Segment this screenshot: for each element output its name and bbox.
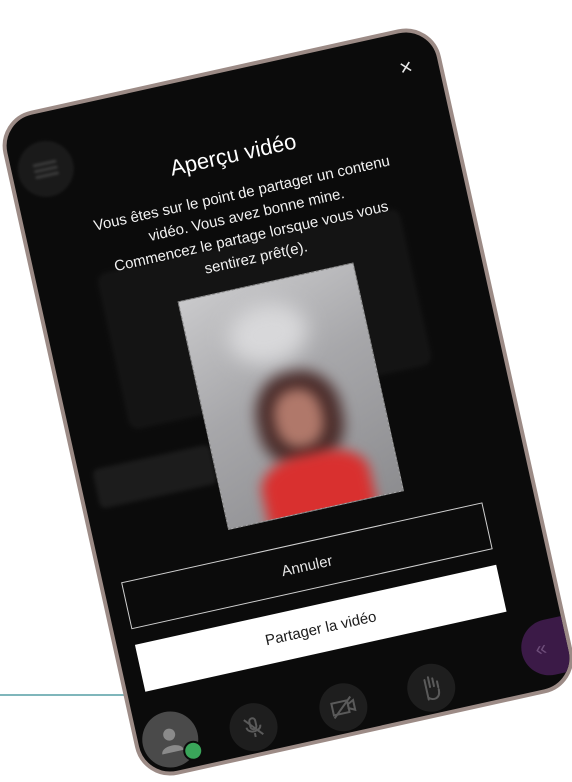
phone-frame: × Aperçu vidéo Vous êtes sur le point de…	[0, 21, 572, 782]
raise-hand-icon[interactable]	[402, 659, 460, 717]
close-button[interactable]: ×	[397, 53, 415, 81]
collapse-panel-button[interactable]: «	[515, 609, 572, 681]
camera-off-icon[interactable]	[314, 678, 373, 736]
chevron-left-icon: «	[533, 636, 549, 661]
mic-muted-icon[interactable]	[224, 698, 283, 756]
avatar-icon[interactable]	[136, 706, 206, 773]
background-panel-secondary	[92, 444, 218, 510]
